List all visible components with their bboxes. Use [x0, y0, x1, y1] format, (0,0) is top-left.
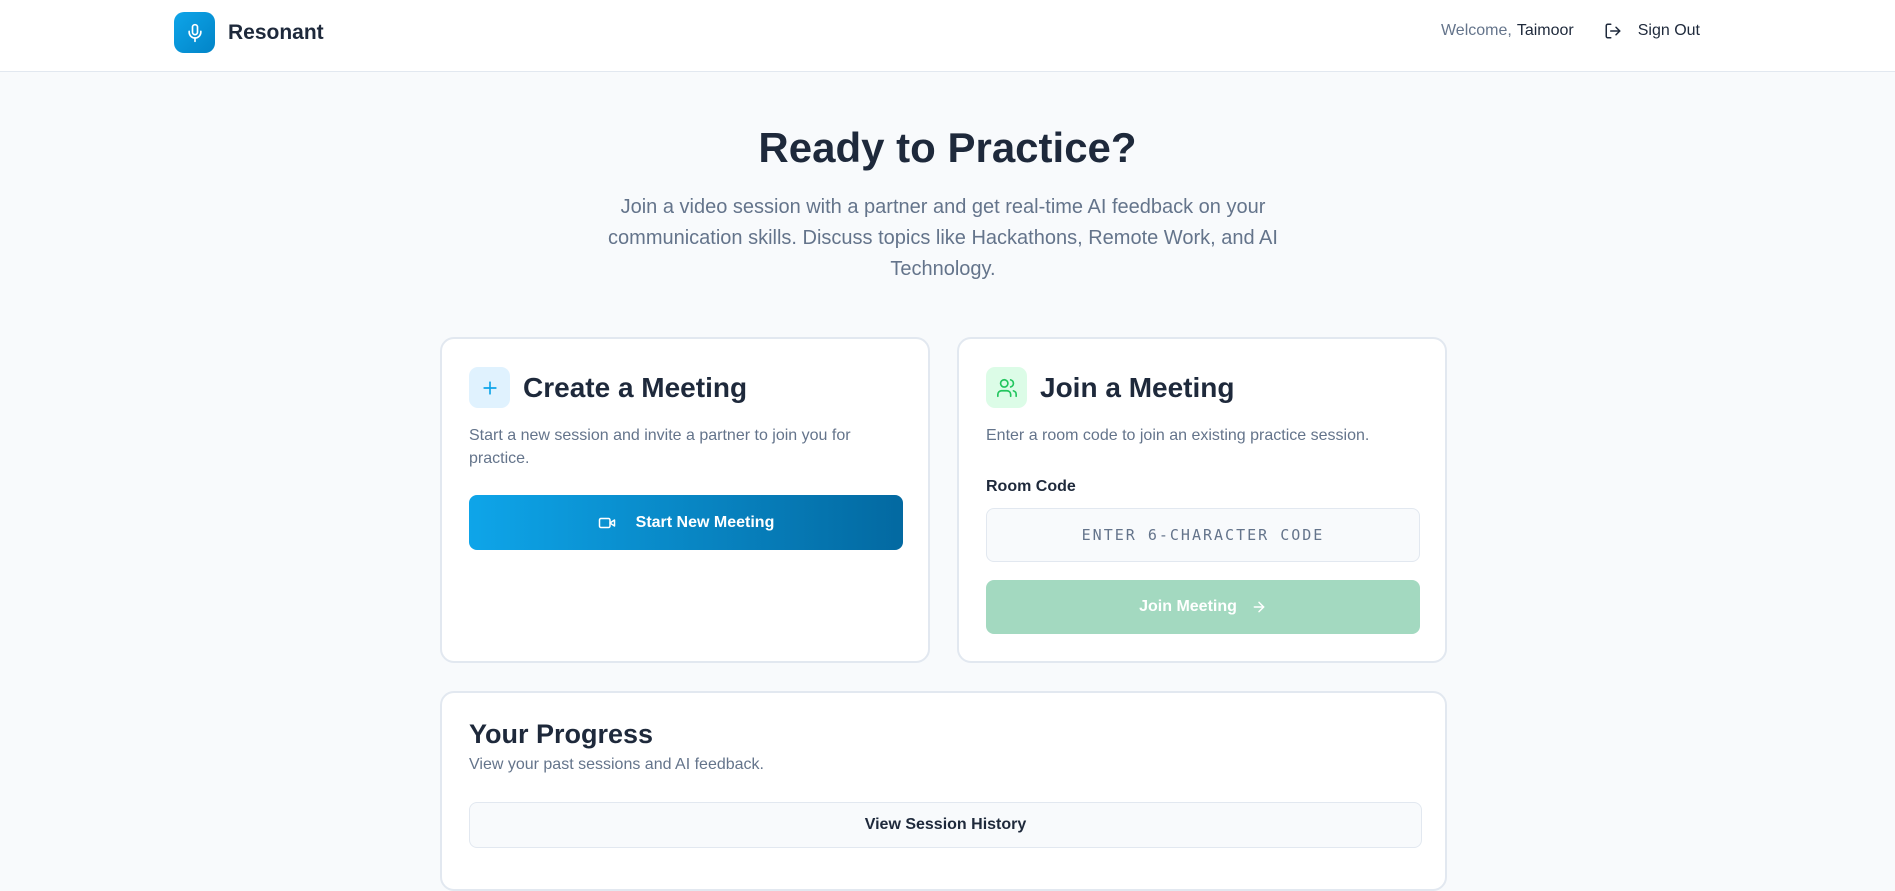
room-code-label: Room Code [986, 478, 1076, 495]
join-card-header: Join a Meeting [986, 367, 1234, 408]
create-card-title: Create a Meeting [523, 371, 748, 403]
create-card-header: Create a Meeting [469, 367, 747, 408]
progress-description: View your past sessions and AI feedback. [469, 756, 764, 773]
page-subtitle: Join a video session with a partner and … [608, 196, 1278, 280]
user-area: Welcome, Taimoor Sign Out [1441, 22, 1700, 40]
page-title: Ready to Practice? [758, 124, 1137, 171]
create-meeting-card: Create a Meeting Start a new session and… [440, 337, 930, 663]
join-card-description: Enter a room code to join an existing pr… [986, 427, 1370, 444]
top-nav-bar: Resonant Welcome, Taimoor Sign Out [0, 0, 1895, 72]
join-meeting-card: Join a Meeting Enter a room code to join… [957, 337, 1447, 663]
join-meeting-button[interactable]: Join Meeting [986, 580, 1420, 634]
user-name: Taimoor [1516, 22, 1574, 39]
sign-out-button[interactable]: Sign Out [1604, 22, 1700, 40]
join-card-title: Join a Meeting [1040, 371, 1235, 403]
arrow-right-icon [1253, 601, 1265, 613]
progress-card: Your Progress View your past sessions an… [440, 691, 1447, 891]
join-meeting-label: Join Meeting [1139, 598, 1237, 615]
users-icon [986, 367, 1027, 408]
view-session-history-button[interactable]: View Session History [469, 802, 1422, 848]
create-card-description: Start a new session and invite a partner… [469, 427, 851, 467]
plus-icon [469, 367, 510, 408]
sign-out-label: Sign Out [1637, 22, 1700, 39]
start-new-meeting-button[interactable]: Start New Meeting [469, 495, 903, 550]
log-out-icon [1605, 23, 1621, 39]
progress-title: Your Progress [469, 719, 654, 749]
welcome-text: Welcome, [1440, 22, 1512, 39]
room-code-input[interactable] [986, 508, 1420, 562]
start-new-meeting-label: Start New Meeting [635, 513, 775, 531]
brand-name: Resonant [228, 20, 324, 44]
brand[interactable]: Resonant [174, 12, 324, 53]
microphone-icon [174, 12, 215, 53]
video-icon [598, 517, 615, 528]
